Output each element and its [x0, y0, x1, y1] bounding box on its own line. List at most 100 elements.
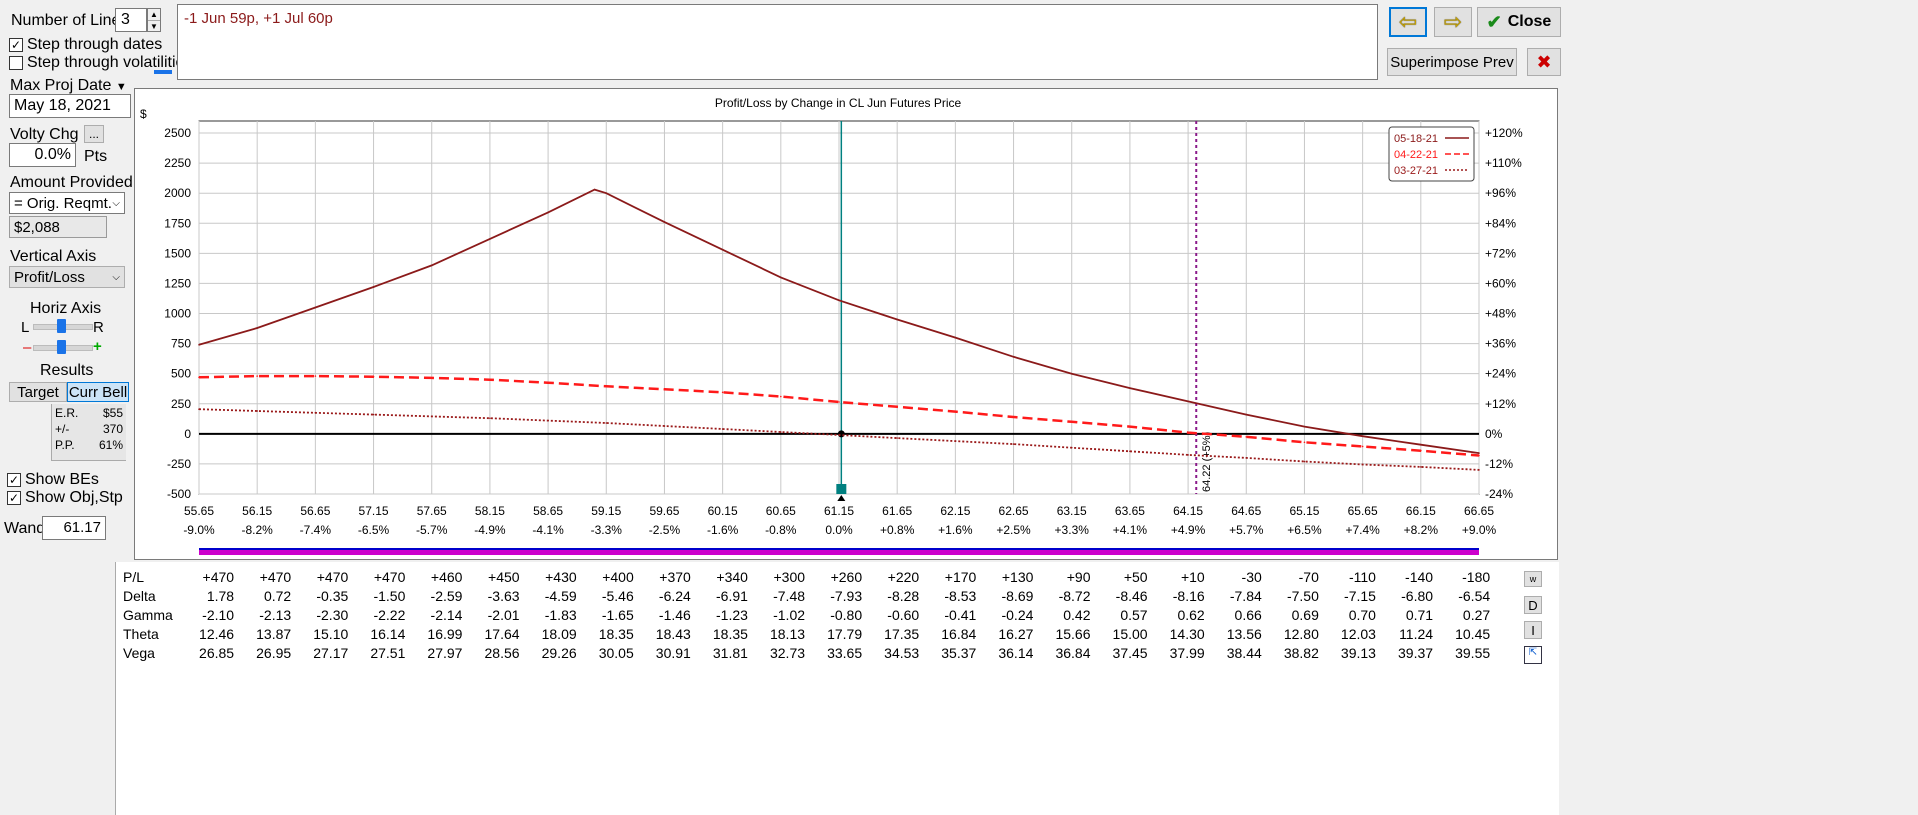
data-point	[838, 299, 840, 302]
horiz-l-label: L	[21, 319, 30, 336]
data-point	[896, 405, 898, 408]
greeks-cell: 11.24	[1399, 625, 1434, 642]
greeks-cell: -6.54	[1458, 587, 1491, 604]
greeks-cell: -2.13	[259, 606, 292, 623]
x-tick-label: 56.65	[300, 504, 330, 518]
x-pct-label: +6.5%	[1287, 523, 1322, 537]
y-tick-label: 2500	[164, 126, 191, 140]
data-point	[1070, 372, 1073, 375]
position-text-area[interactable]: -1 Jun 59p, +1 Jul 60p	[177, 4, 1378, 80]
yellow-left-arrow-icon: ⇦	[1398, 9, 1418, 34]
x-pct-label: +9.0%	[1462, 523, 1497, 537]
x-tick-label: 63.65	[1115, 504, 1145, 518]
greeks-w-button[interactable]: w	[1524, 571, 1542, 587]
x-tick-label: 64.65	[1231, 504, 1261, 518]
spin-up-icon[interactable]: ▲	[148, 9, 160, 21]
horiz-slider-thumb[interactable]	[57, 319, 66, 333]
zoom-slider-thumb[interactable]	[57, 340, 66, 354]
y-tick-label: 2000	[164, 186, 191, 200]
greeks-cell: 30.05	[598, 644, 634, 661]
checkbox-checked-icon[interactable]: ✓	[7, 491, 21, 505]
greeks-cell: -4.59	[544, 587, 577, 604]
data-point	[780, 395, 782, 398]
vertical-axis-select[interactable]: Profit/Loss ⌵	[9, 266, 125, 288]
number-of-lines-spinner[interactable]: ▲ ▼	[147, 8, 161, 32]
superimpose-prev-button[interactable]: Superimpose Prev	[1387, 48, 1517, 76]
x-pct-label: +2.5%	[996, 523, 1031, 537]
y-tick-label: 2250	[164, 156, 191, 170]
number-of-lines-input[interactable]: 3	[115, 8, 147, 32]
export-icon[interactable]: ⇱	[1524, 646, 1542, 664]
close-button[interactable]: ✔ Close	[1477, 7, 1561, 37]
data-point	[1187, 400, 1189, 403]
greeks-cell: 16.84	[941, 625, 977, 642]
profit-loss-chart[interactable]: Profit/Loss by Change in CL Jun Futures …	[135, 89, 1557, 559]
checkbox-checked-icon[interactable]: ✓	[7, 473, 21, 487]
zoom-in-icon[interactable]: +	[93, 338, 102, 355]
position-splitter-icon[interactable]	[154, 70, 172, 74]
x-tick-label: 61.65	[882, 504, 912, 518]
data-point	[489, 417, 491, 419]
greeks-cell: 15.10	[313, 625, 349, 642]
spin-down-icon[interactable]: ▼	[148, 21, 160, 32]
greeks-cell: -0.35	[316, 587, 349, 604]
greeks-cell: +10	[1180, 568, 1205, 585]
x-tick-label: 61.15	[824, 504, 854, 518]
greeks-cell: 0.70	[1348, 606, 1376, 623]
amount-provided-label: Amount Provided	[10, 174, 133, 191]
show-bes-checkbox[interactable]: ✓ Show BEs	[7, 471, 99, 489]
data-point	[1420, 449, 1422, 452]
max-proj-date-input[interactable]: May 18, 2021	[9, 94, 131, 118]
red-x-icon: ✖	[1536, 51, 1552, 72]
greeks-cell: -1.23	[716, 606, 748, 623]
volty-chg-button[interactable]: ...	[84, 125, 104, 143]
greeks-i-button[interactable]: I	[1524, 621, 1542, 639]
show-obj-checkbox[interactable]: ✓ Show Obj,Stp	[7, 489, 123, 507]
right-tick-label: +120%	[1485, 126, 1523, 140]
zoom-out-icon[interactable]: –	[23, 339, 31, 356]
x-pct-label: -2.5%	[649, 523, 681, 537]
volty-chg-input[interactable]: 0.0%	[9, 143, 76, 167]
greeks-cell: +460	[430, 568, 463, 585]
greeks-cell: 38.44	[1226, 644, 1262, 661]
greeks-cell: 36.84	[1055, 644, 1091, 661]
step-dates-checkbox[interactable]: ✓ Step through dates	[9, 36, 162, 54]
greeks-cell: 0.71	[1405, 606, 1434, 623]
y-axis-label: $	[140, 107, 147, 121]
checkbox-checked-icon[interactable]: ✓	[9, 38, 23, 52]
y-tick-label: 1250	[164, 276, 191, 290]
wand-input[interactable]: 61.17	[42, 516, 106, 540]
x-pct-label: +4.1%	[1113, 523, 1148, 537]
greeks-cell: +470	[259, 568, 292, 585]
result-row: +/- 370	[55, 422, 123, 436]
legend: 05-18-21 04-22-21 03-27-21	[1388, 126, 1475, 182]
greeks-cell: -8.28	[887, 587, 920, 604]
checkbox-empty-icon[interactable]	[9, 56, 23, 70]
data-point	[721, 391, 724, 394]
greeks-cell: -3.63	[487, 587, 520, 604]
greeks-cell: -0.24	[1001, 606, 1034, 623]
greeks-cell: 26.85	[199, 644, 235, 661]
data-point	[1361, 445, 1364, 448]
dropdown-arrow-icon[interactable]: ▼	[116, 81, 127, 93]
greeks-cell: 28.56	[484, 644, 520, 661]
y-tick-label: 0	[184, 427, 191, 441]
x-tick-label: 59.65	[649, 504, 679, 518]
y-tick-label: 1500	[164, 246, 191, 260]
max-proj-date-label[interactable]: Max Proj Date ▼	[10, 77, 127, 95]
x-pct-label: -3.3%	[591, 523, 623, 537]
greeks-d-button[interactable]: D	[1524, 596, 1542, 614]
back-arrow-button[interactable]: ⇦	[1389, 7, 1427, 37]
data-point	[198, 376, 200, 379]
data-point	[547, 381, 549, 384]
right-tick-label: -12%	[1485, 457, 1513, 471]
delete-button[interactable]: ✖	[1527, 48, 1561, 76]
greeks-cell: +260	[830, 568, 863, 585]
tab-curr-bell[interactable]: Curr Bell	[67, 382, 129, 402]
tab-target[interactable]: Target	[9, 382, 67, 402]
horiz-axis-label: Horiz Axis	[30, 300, 102, 317]
forward-arrow-button[interactable]: ⇨	[1434, 7, 1472, 37]
legend-label: 04-22-21	[1394, 149, 1438, 161]
amount-provided-select[interactable]: = Orig. Reqmt. ⌵	[9, 192, 125, 214]
greeks-cell: -2.01	[487, 606, 520, 623]
